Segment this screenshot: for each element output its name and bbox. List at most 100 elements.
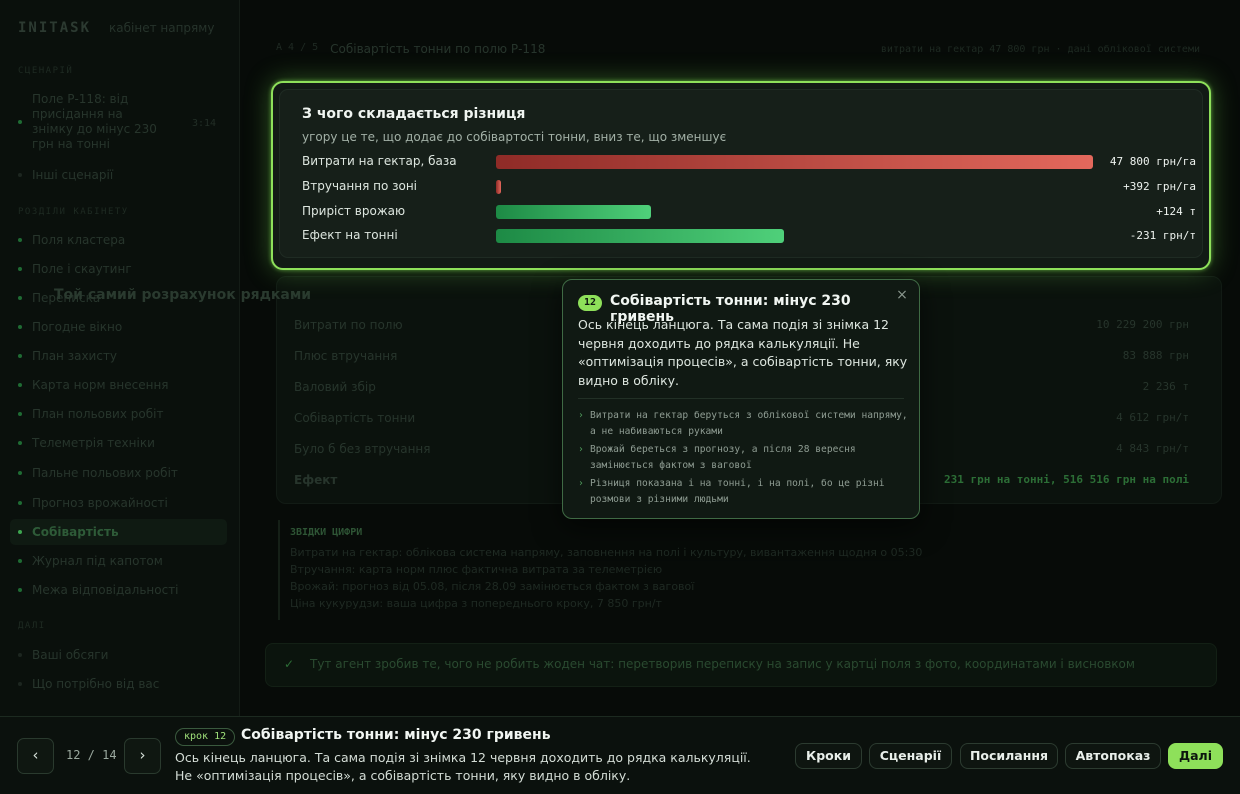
breakdown-row: Витрати на гектар, база 47 800 грн/га xyxy=(302,152,1196,172)
brand-name: INITASK xyxy=(18,20,92,36)
bullet-icon xyxy=(18,296,22,300)
cost-breakdown-inner: З чого складається різниця угору це те, … xyxy=(279,89,1203,258)
next-step-arrow-button[interactable]: › xyxy=(124,738,161,774)
bullet-icon xyxy=(18,653,22,657)
breakdown-value: +392 грн/га xyxy=(1123,180,1196,193)
chevron-right-icon: › xyxy=(578,444,584,455)
sidebar-item[interactable]: Собівартість xyxy=(10,519,227,545)
brand: INITASK кабінет напряму xyxy=(18,20,214,36)
section-next-label: ДАЛІ xyxy=(18,621,46,631)
breakdown-label: Втручання по зоні xyxy=(302,179,418,193)
cost-breakdown-title: З чого складається різниця xyxy=(302,106,526,122)
sidebar-item-label: План захисту xyxy=(32,349,118,363)
ledger-value: 4 612 грн/т xyxy=(1116,411,1189,424)
sidebar-item[interactable]: Телеметрія техніки xyxy=(18,436,227,450)
ledger-label: Було б без втручання xyxy=(294,442,431,456)
sidebar-item[interactable]: Межа відповідальності xyxy=(18,583,227,597)
autoplay-button[interactable]: Автопоказ xyxy=(1065,743,1161,769)
sidebar-item[interactable]: Журнал під капотом xyxy=(18,554,227,568)
step-description: Ось кінець ланцюга. Та сама подія зі зні… xyxy=(175,750,751,783)
source-line: Ціна кукурудзи: ваша цифра з попередньог… xyxy=(290,597,662,610)
scenario-time: 3:14 xyxy=(192,118,217,129)
bullet-icon xyxy=(18,682,22,686)
sources-box: ЗВІДКИ ЦИФРИ Витрати на гектар: облікова… xyxy=(278,520,938,620)
breakdown-label: Витрати на гектар, база xyxy=(302,154,457,168)
sidebar-item[interactable]: Погодне вікно xyxy=(18,320,227,334)
sidebar-item-label: Погодне вікно xyxy=(32,320,123,334)
bullet-icon xyxy=(18,530,22,534)
bullet-icon xyxy=(18,120,22,124)
breakdown-track xyxy=(496,180,1093,194)
ledger-label: Ефект xyxy=(294,473,338,487)
breakdown-bar xyxy=(496,180,501,194)
sidebar-item-label: Телеметрія техніки xyxy=(32,436,155,450)
ledger-label: Валовий збір xyxy=(294,380,376,394)
bullet-icon xyxy=(18,354,22,358)
steps-button[interactable]: Кроки xyxy=(795,743,862,769)
breakdown-track xyxy=(496,155,1093,169)
chevron-right-icon: › xyxy=(578,410,584,421)
bullet-icon xyxy=(18,173,22,177)
scenarios-button[interactable]: Сценарії xyxy=(869,743,952,769)
breadcrumb-title: Собівартість тонни по полю Р-118 xyxy=(330,42,546,56)
ledger-label: Витрати по полю xyxy=(294,318,403,332)
bullet-icon xyxy=(18,588,22,592)
tour-bottom-bar: ‹ 12 / 14 › крок 12 Собівартість тонни: … xyxy=(0,716,1240,794)
popover-note: › Витрати на гектар беруться з облікової … xyxy=(578,408,908,439)
bullet-icon xyxy=(18,325,22,329)
sidebar-item[interactable]: Прогноз врожайності xyxy=(18,496,227,510)
prev-step-button[interactable]: ‹ xyxy=(17,738,54,774)
popover-body: Ось кінець ланцюга. Та сама подія зі зні… xyxy=(578,317,908,388)
close-icon[interactable]: × xyxy=(893,286,911,304)
popover-notes: › Витрати на гектар беруться з облікової … xyxy=(578,408,908,510)
sidebar-item[interactable]: План польових робіт xyxy=(18,407,227,421)
sidebar-item-label: Межа відповідальності xyxy=(32,583,179,597)
sidebar-scenario-current[interactable]: Поле Р-118: від присідання на знімку до … xyxy=(18,92,228,152)
section-scenario-label: СЦЕНАРІЙ xyxy=(18,66,74,76)
source-line: Втручання: карта норм плюс фактична витр… xyxy=(290,563,663,576)
brand-subtitle: кабінет напряму xyxy=(109,21,215,35)
sidebar-item-label: Журнал під капотом xyxy=(32,554,163,568)
breakdown-value: +124 т xyxy=(1156,205,1196,218)
sidebar-item-other-scenarios[interactable]: Інші сценарії xyxy=(18,168,227,182)
breakdown-row: Ефект на тонні -231 грн/т xyxy=(302,226,1196,246)
step-counter: 12 / 14 xyxy=(66,748,117,762)
sidebar-item-label: Інші сценарії xyxy=(32,168,114,182)
bullet-icon xyxy=(18,559,22,563)
sidebar: INITASK кабінет напряму СЦЕНАРІЙ Поле Р-… xyxy=(0,0,240,716)
divider xyxy=(578,398,904,399)
bullet-icon xyxy=(18,238,22,242)
sidebar-item-volumes[interactable]: Ваші обсяги xyxy=(18,648,227,662)
breakdown-track xyxy=(496,229,1093,243)
step-popover: 12 Собівартість тонни: мінус 230 гривень… xyxy=(562,279,920,519)
ledger-value: 4 843 грн/т xyxy=(1116,442,1189,455)
note-text: Врожай береться з прогнозу, а після 28 в… xyxy=(590,444,856,471)
sidebar-item-requirements[interactable]: Що потрібно від вас xyxy=(18,677,227,691)
breakdown-bar xyxy=(496,229,784,243)
sidebar-item-label: Ваші обсяги xyxy=(32,648,109,662)
links-button[interactable]: Посилання xyxy=(960,743,1058,769)
source-line: Витрати на гектар: облікова система напр… xyxy=(290,546,923,559)
scenario-label: Поле Р-118: від присідання на знімку до … xyxy=(32,92,157,151)
bullet-icon xyxy=(18,501,22,505)
cost-breakdown-subtitle: угору це те, що додає до собівартості то… xyxy=(302,130,727,144)
sidebar-item[interactable]: Карта норм внесення xyxy=(18,378,227,392)
ledger-label: Собівартість тонни xyxy=(294,411,416,425)
sidebar-item-label: Поле і скаутинг xyxy=(32,262,132,276)
ledger-label: Плюс втручання xyxy=(294,349,398,363)
sidebar-item-label: Прогноз врожайності xyxy=(32,496,168,510)
bullet-icon xyxy=(18,441,22,445)
ledger-value: 83 888 грн xyxy=(1122,349,1189,362)
sidebar-item-label: Карта норм внесення xyxy=(32,378,169,392)
sidebar-item[interactable]: Поле і скаутинг xyxy=(18,262,227,276)
breakdown-row: Приріст врожаю +124 т xyxy=(302,202,1196,222)
sidebar-item[interactable]: Поля кластера xyxy=(18,233,227,247)
bullet-icon xyxy=(18,412,22,416)
agent-note: ✓ Тут агент зробив те, чого не робить жо… xyxy=(265,643,1217,687)
sidebar-item[interactable]: Пальне польових робіт xyxy=(18,466,227,480)
cost-breakdown-card: З чого складається різниця угору це те, … xyxy=(271,81,1211,270)
sidebar-item[interactable]: План захисту xyxy=(18,349,227,363)
breadcrumb: A 4 / 5 Собівартість тонни по полю Р-118 xyxy=(276,42,545,56)
section-sections-label: РОЗДІЛИ КАБІНЕТУ xyxy=(18,207,129,217)
next-button[interactable]: Далі xyxy=(1168,743,1223,769)
